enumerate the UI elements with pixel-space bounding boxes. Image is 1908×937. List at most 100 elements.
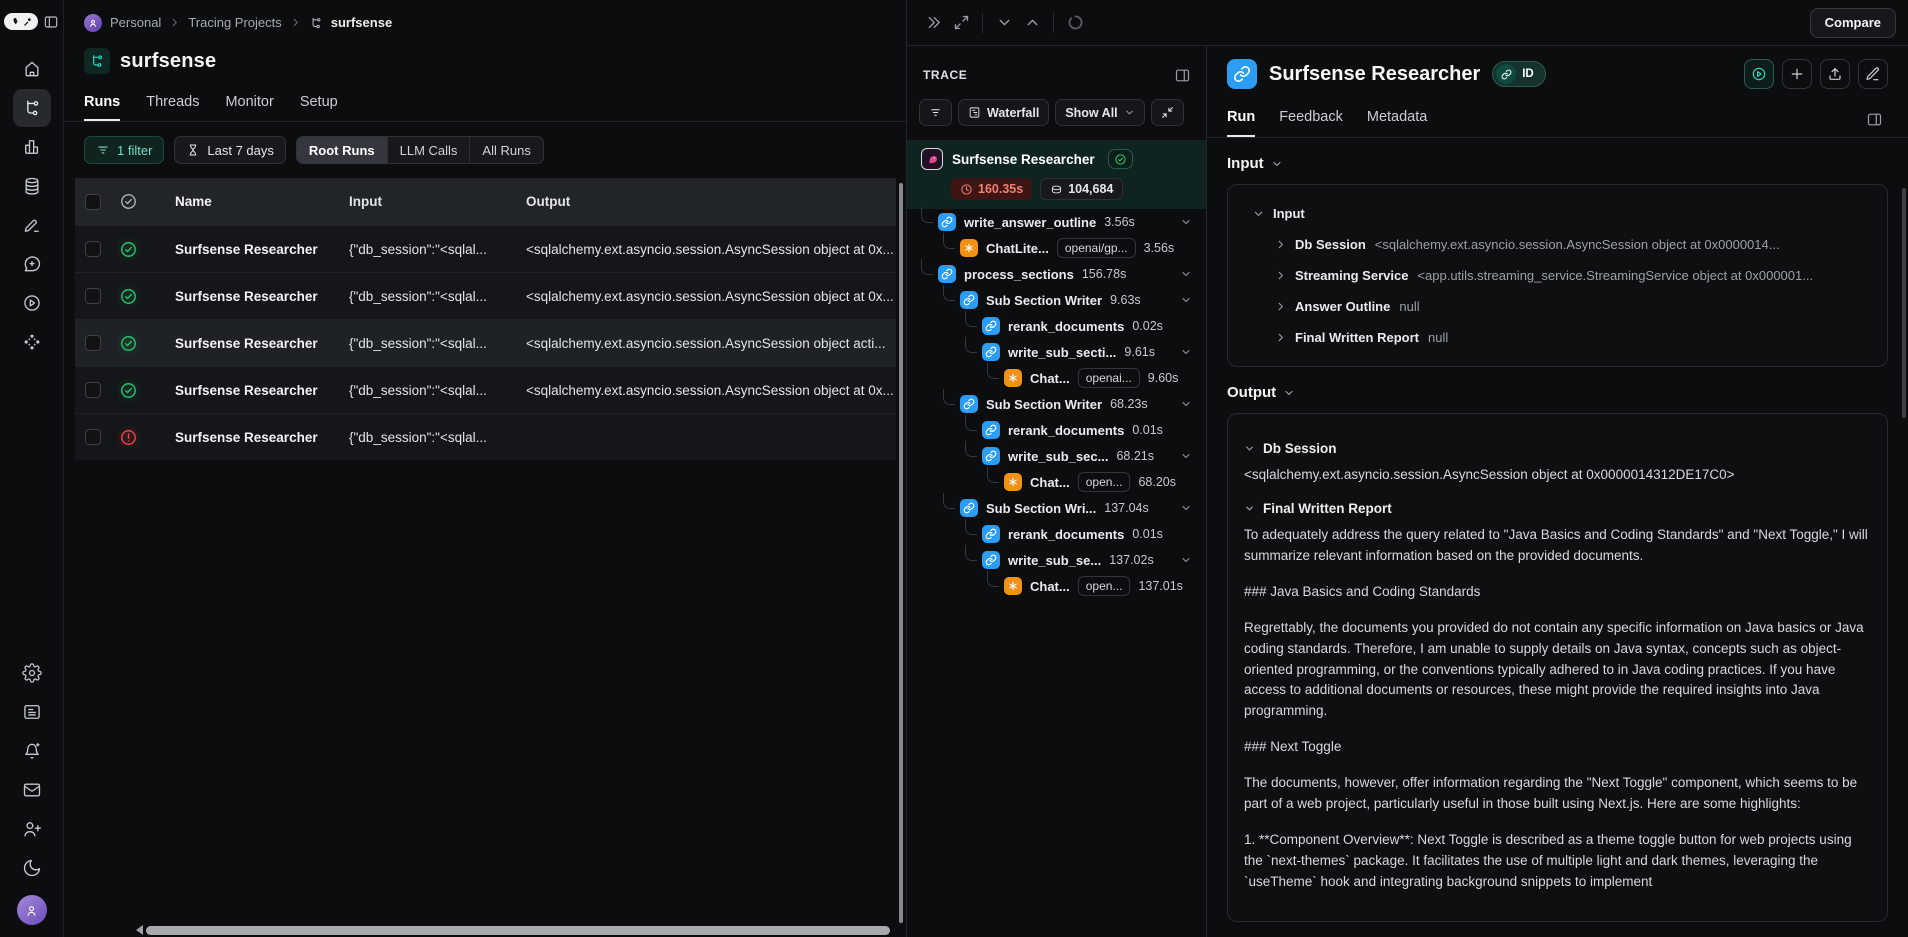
trace-tree-node[interactable]: Chat... open... 137.01s [907, 573, 1206, 599]
chevron-down-icon[interactable] [1180, 294, 1192, 306]
trace-tree-node[interactable]: Sub Section Writer 68.23s [907, 391, 1206, 417]
sidebar-item-datasets[interactable] [13, 167, 51, 205]
sidebar-item-tracing[interactable] [13, 89, 51, 127]
user-avatar[interactable] [17, 895, 47, 925]
sidebar-item-settings[interactable] [13, 654, 51, 692]
trace-tree-node[interactable]: Sub Section Wri... 137.04s [907, 495, 1206, 521]
annotate-button[interactable] [1858, 59, 1888, 89]
sidebar-item-prompts[interactable] [13, 206, 51, 244]
trace-tree-node[interactable]: rerank_documents 0.01s [907, 521, 1206, 547]
panel-toggle-icon[interactable] [1168, 61, 1196, 89]
chevron-down-icon[interactable] [1180, 450, 1192, 462]
maximize-icon[interactable] [947, 9, 975, 37]
chevron-down-icon[interactable] [1180, 398, 1192, 410]
trace-tree-node[interactable]: ChatLite... openai/gp... 3.56s [907, 235, 1206, 261]
chevron-down-icon[interactable] [1180, 346, 1192, 358]
sidebar-item-invite-user[interactable] [13, 810, 51, 848]
detail-tab[interactable]: Metadata [1367, 109, 1427, 137]
trace-tree-node[interactable]: Sub Section Writer 9.63s [907, 287, 1206, 313]
input-field-row[interactable]: Streaming Service <app.utils.streaming_s… [1244, 260, 1871, 291]
input-section-header[interactable]: Input [1227, 155, 1888, 172]
trace-tree-node[interactable]: rerank_documents 0.01s [907, 417, 1206, 443]
breadcrumb-workspace[interactable]: Personal [110, 15, 161, 30]
row-checkbox[interactable] [85, 382, 101, 398]
detail-tab[interactable]: Run [1227, 109, 1255, 137]
trace-tree-node[interactable]: Chat... open... 68.20s [907, 469, 1206, 495]
row-checkbox[interactable] [85, 288, 101, 304]
run-id-badge[interactable]: ID [1492, 61, 1546, 87]
output-field-header[interactable]: Db Session [1244, 441, 1871, 456]
tree-filter-button[interactable] [919, 99, 952, 126]
run-type-segment[interactable]: Root Runs [297, 137, 388, 163]
sidebar-item-docs[interactable] [13, 693, 51, 731]
select-all-checkbox[interactable] [85, 194, 101, 210]
project-tab[interactable]: Threads [146, 94, 199, 121]
sidebar-item-theme-moon[interactable] [13, 849, 51, 887]
input-field-row[interactable]: Answer Outline null [1244, 291, 1871, 322]
sidebar-item-notifications[interactable] [13, 732, 51, 770]
open-in-playground-button[interactable] [1744, 59, 1774, 89]
input-field-row[interactable]: Db Session <sqlalchemy.ext.asyncio.sessi… [1244, 229, 1871, 260]
breadcrumb-project[interactable]: surfsense [331, 15, 392, 30]
breadcrumb-section[interactable]: Tracing Projects [188, 15, 281, 30]
project-tab[interactable]: Setup [300, 94, 338, 121]
date-range-button[interactable]: Last 7 days [174, 136, 286, 164]
row-checkbox[interactable] [85, 335, 101, 351]
sidebar-item-playground[interactable] [13, 245, 51, 283]
compare-button[interactable]: Compare [1810, 8, 1896, 38]
workspace-avatar[interactable] [84, 14, 102, 32]
chevron-right-icon[interactable] [1253, 208, 1264, 219]
row-checkbox[interactable] [85, 241, 101, 257]
chevron-down-icon[interactable] [1180, 216, 1192, 228]
project-tab[interactable]: Runs [84, 94, 120, 121]
output-field-header[interactable]: Final Written Report [1244, 501, 1871, 516]
panel-toggle-icon[interactable] [1860, 105, 1888, 133]
trace-root-node[interactable]: Surfsense Researcher 160.35s [907, 140, 1206, 209]
collapse-panel-icon[interactable] [919, 9, 947, 37]
show-all-dropdown[interactable]: Show All [1055, 99, 1144, 126]
filter-button[interactable]: 1 filter [84, 136, 164, 164]
trace-tree-node[interactable]: write_sub_se... 137.02s [907, 547, 1206, 573]
horizontal-scrollbar[interactable] [136, 925, 890, 935]
input-field-row[interactable]: Input [1244, 198, 1871, 229]
detail-tab[interactable]: Feedback [1279, 109, 1343, 137]
sidebar-toggle-icon[interactable] [43, 14, 59, 30]
run-row[interactable]: Surfsense Researcher {"db_session":"<sql… [75, 319, 896, 366]
run-row[interactable]: Surfsense Researcher {"db_session":"<sql… [75, 225, 896, 272]
chevron-right-icon[interactable] [1275, 270, 1286, 281]
scrollbar-thumb[interactable] [146, 926, 890, 935]
sidebar-item-home[interactable] [13, 50, 51, 88]
input-field-row[interactable]: Final Written Report null [1244, 322, 1871, 353]
chevron-right-icon[interactable] [1275, 332, 1286, 343]
chevron-down-icon[interactable] [1180, 502, 1192, 514]
trace-tree-node[interactable]: process_sections 156.78s [907, 261, 1206, 287]
run-type-segment[interactable]: LLM Calls [388, 137, 471, 163]
langsmith-logo[interactable] [4, 13, 38, 30]
trace-tree-node[interactable]: write_sub_sec... 68.21s [907, 443, 1206, 469]
sidebar-item-tutorials[interactable] [13, 284, 51, 322]
trace-tree-node[interactable]: rerank_documents 0.02s [907, 313, 1206, 339]
row-checkbox[interactable] [85, 429, 101, 445]
detail-scrollbar[interactable] [1902, 188, 1906, 418]
add-to-dataset-button[interactable] [1782, 59, 1812, 89]
waterfall-view-button[interactable]: Waterfall [958, 99, 1049, 126]
run-type-segment[interactable]: All Runs [470, 137, 542, 163]
trace-tree-node[interactable]: write_answer_outline 3.56s [907, 209, 1206, 235]
output-section-header[interactable]: Output [1227, 384, 1888, 401]
share-run-button[interactable] [1820, 59, 1850, 89]
project-tab[interactable]: Monitor [225, 94, 273, 121]
vertical-scrollbar[interactable] [899, 183, 903, 923]
chevron-right-icon[interactable] [1275, 239, 1286, 250]
chevron-down-icon[interactable] [990, 9, 1018, 37]
run-row[interactable]: Surfsense Researcher {"db_session":"<sql… [75, 366, 896, 413]
trace-tree-node[interactable]: write_sub_secti... 9.61s [907, 339, 1206, 365]
chevron-down-icon[interactable] [1180, 554, 1192, 566]
chevron-up-icon[interactable] [1018, 9, 1046, 37]
scroll-left-arrow[interactable] [136, 925, 143, 935]
collapse-all-button[interactable] [1151, 99, 1184, 126]
trace-tree-node[interactable]: Chat... openai... 9.60s [907, 365, 1206, 391]
sidebar-item-workflows[interactable] [13, 323, 51, 361]
run-row[interactable]: Surfsense Researcher {"db_session":"<sql… [75, 413, 896, 460]
sidebar-item-dashboards[interactable] [13, 128, 51, 166]
sidebar-item-mail[interactable] [13, 771, 51, 809]
